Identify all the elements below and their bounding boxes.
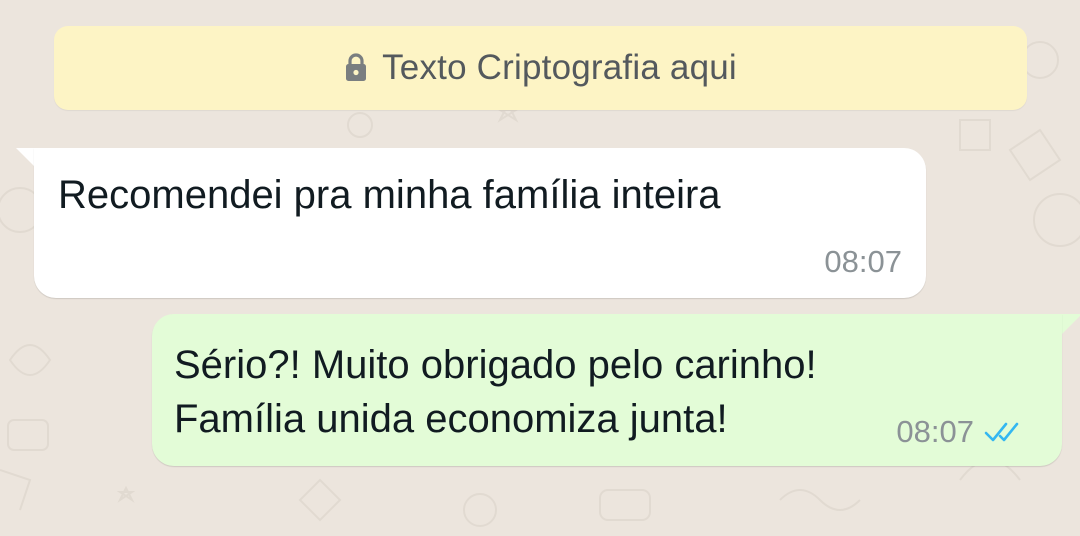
message-meta: 08:07 [896, 414, 1024, 450]
encryption-notice-banner[interactable]: Texto Criptografia aqui [54, 26, 1027, 110]
message-line: Sério?! Muito obrigado pelo carinho! [174, 343, 817, 387]
message-line: Família unida economiza junta! [174, 397, 728, 441]
lock-icon [346, 53, 367, 81]
outgoing-message-bubble[interactable]: Sério?! Muito obrigado pelo carinho! Fam… [152, 314, 1062, 466]
message-text: Sério?! Muito obrigado pelo carinho! Fam… [174, 338, 817, 446]
incoming-bubble-tail [16, 148, 36, 168]
message-line: Recomendei pra minha família inteira [58, 173, 721, 217]
incoming-message-bubble[interactable]: Recomendei pra minha família inteira 08:… [34, 148, 926, 298]
encryption-notice-text: Texto Criptografia aqui [382, 48, 737, 87]
double-check-icon [984, 422, 1019, 442]
message-timestamp: 08:07 [824, 244, 902, 279]
outgoing-bubble-tail [1062, 314, 1080, 334]
message-timestamp: 08:07 [896, 414, 974, 449]
message-text: Recomendei pra minha família inteira [58, 168, 721, 222]
